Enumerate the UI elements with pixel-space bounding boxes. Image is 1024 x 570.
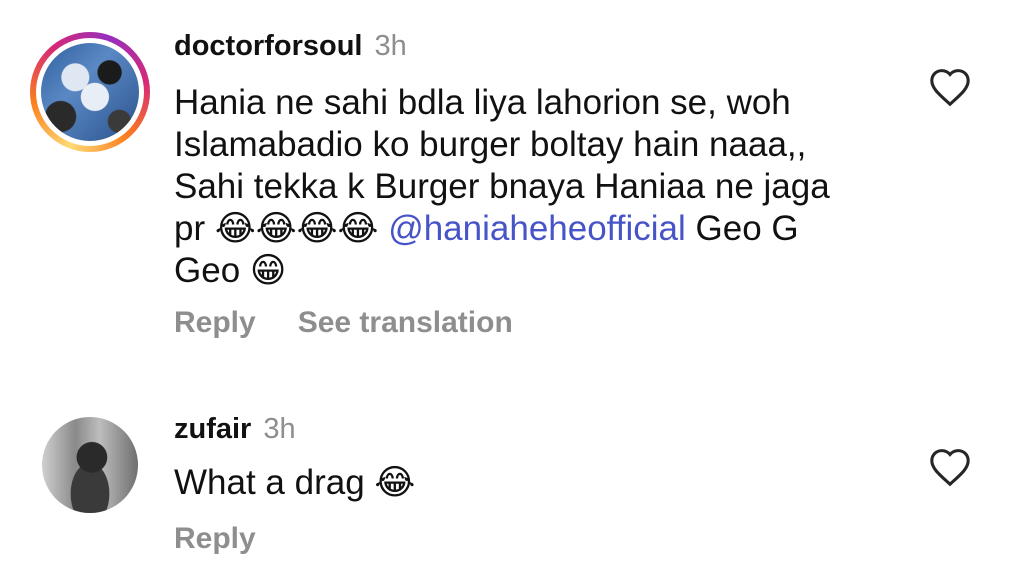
- comment-line: Sahi tekka k Burger bnaya Haniaa ne jaga: [174, 167, 830, 206]
- comment-actions: Reply See translation: [174, 306, 555, 340]
- comment-item: zufair 3h What a drag 😂 Reply: [0, 395, 1024, 570]
- comment-text-fragment: What a drag: [174, 463, 375, 502]
- comment-line: Hania ne sahi bdla liya lahorion se, woh: [174, 83, 791, 122]
- grinning-emoji: 😁: [249, 251, 287, 291]
- comment-line: pr 😂😂😂😂 @haniaheheofficial Geo G: [174, 208, 894, 250]
- timestamp: 3h: [374, 30, 407, 62]
- comment-line: Geo 😁: [174, 250, 894, 292]
- avatar-story-ring[interactable]: [30, 32, 150, 152]
- comment-text-fragment: Geo: [174, 251, 250, 290]
- reply-button[interactable]: Reply: [174, 306, 256, 339]
- see-translation-button[interactable]: See translation: [298, 306, 513, 339]
- heart-icon[interactable]: [928, 447, 972, 487]
- timestamp: 3h: [263, 413, 296, 445]
- comment-text-fragment: Geo G: [685, 209, 799, 248]
- avatar: [41, 43, 139, 141]
- comment-header: zufair 3h: [174, 413, 296, 446]
- username[interactable]: doctorforsoul: [174, 30, 363, 62]
- heart-icon[interactable]: [928, 67, 972, 107]
- comment-header: doctorforsoul 3h: [174, 30, 407, 63]
- mention-link[interactable]: @haniaheheofficial: [388, 209, 686, 248]
- comment-item: doctorforsoul 3h Hania ne sahi bdla liya …: [0, 0, 1024, 380]
- comment-text-fragment: pr: [174, 209, 215, 248]
- laughing-emoji: 😂: [374, 463, 416, 503]
- avatar-border: [36, 38, 144, 146]
- comment-text: What a drag 😂: [174, 462, 894, 504]
- comment-text: Hania ne sahi bdla liya lahorion se, woh…: [174, 82, 894, 292]
- reply-button[interactable]: Reply: [174, 522, 256, 555]
- comment-line: Islamabadio ko burger boltay hain naaa,,: [174, 125, 807, 164]
- comment-actions: Reply: [174, 522, 298, 556]
- laughing-emoji: 😂😂😂😂: [214, 209, 379, 249]
- avatar[interactable]: [42, 417, 138, 513]
- username[interactable]: zufair: [174, 413, 251, 445]
